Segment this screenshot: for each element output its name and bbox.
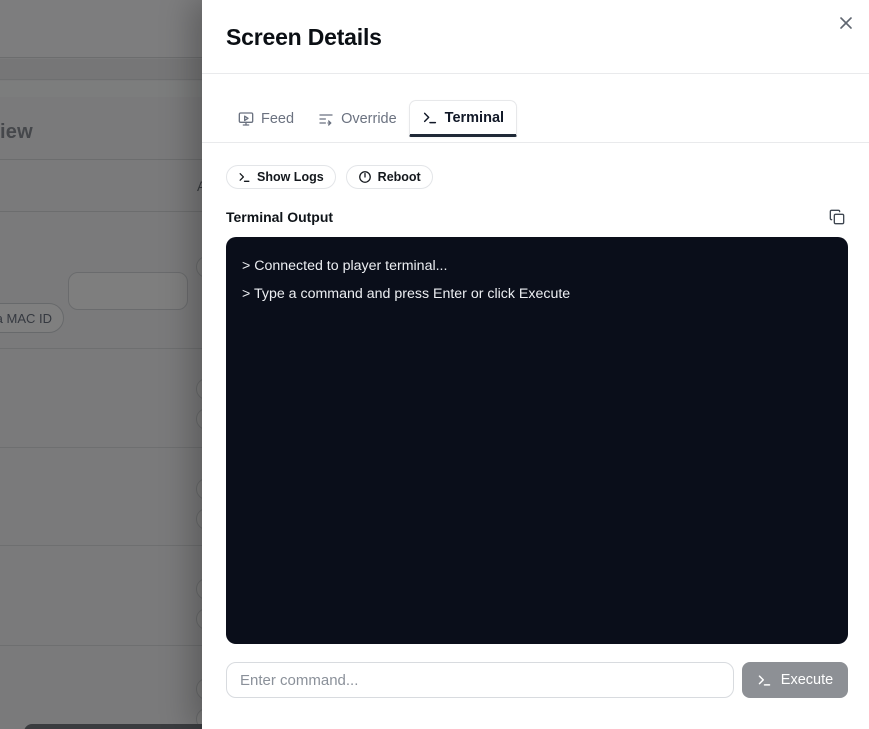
power-icon <box>358 170 372 184</box>
tab-override-label: Override <box>341 111 397 127</box>
list-arrow-icon <box>318 111 334 127</box>
screen-details-modal: Screen Details Feed Override <box>202 0 869 729</box>
reboot-button[interactable]: Reboot <box>346 165 433 189</box>
app-screen: iew Actions a MAC ID Screen Details <box>0 0 869 729</box>
show-logs-label: Show Logs <box>257 170 324 184</box>
terminal-icon <box>238 171 251 184</box>
show-logs-button[interactable]: Show Logs <box>226 165 336 189</box>
command-input[interactable] <box>226 662 734 698</box>
terminal-panel: Show Logs Reboot Terminal Output <box>202 143 869 729</box>
monitor-play-icon <box>238 111 254 127</box>
copy-icon <box>829 209 845 225</box>
terminal-output-header: Terminal Output <box>226 206 848 228</box>
tab-bar: Feed Override Terminal <box>202 100 869 143</box>
close-button[interactable] <box>833 10 859 36</box>
tab-feed-label: Feed <box>261 111 294 127</box>
terminal-actions: Show Logs Reboot <box>226 165 848 189</box>
close-icon <box>839 16 853 30</box>
modal-title: Screen Details <box>226 24 845 51</box>
tab-terminal[interactable]: Terminal <box>409 100 517 137</box>
terminal-line: > Type a command and press Enter or clic… <box>242 280 832 308</box>
terminal-icon <box>422 110 438 126</box>
terminal-line: > Connected to player terminal... <box>242 252 832 280</box>
terminal-icon <box>757 673 772 688</box>
tab-feed[interactable]: Feed <box>226 100 306 137</box>
terminal-output-title: Terminal Output <box>226 209 333 225</box>
reboot-label: Reboot <box>378 170 421 184</box>
execute-button[interactable]: Execute <box>742 662 848 698</box>
modal-header: Screen Details <box>202 0 869 74</box>
copy-output-button[interactable] <box>826 206 848 228</box>
terminal-output[interactable]: > Connected to player terminal... > Type… <box>226 237 848 644</box>
execute-label: Execute <box>781 672 833 688</box>
command-row: Execute <box>226 662 848 698</box>
tab-override[interactable]: Override <box>306 100 409 137</box>
tab-terminal-label: Terminal <box>445 110 504 126</box>
